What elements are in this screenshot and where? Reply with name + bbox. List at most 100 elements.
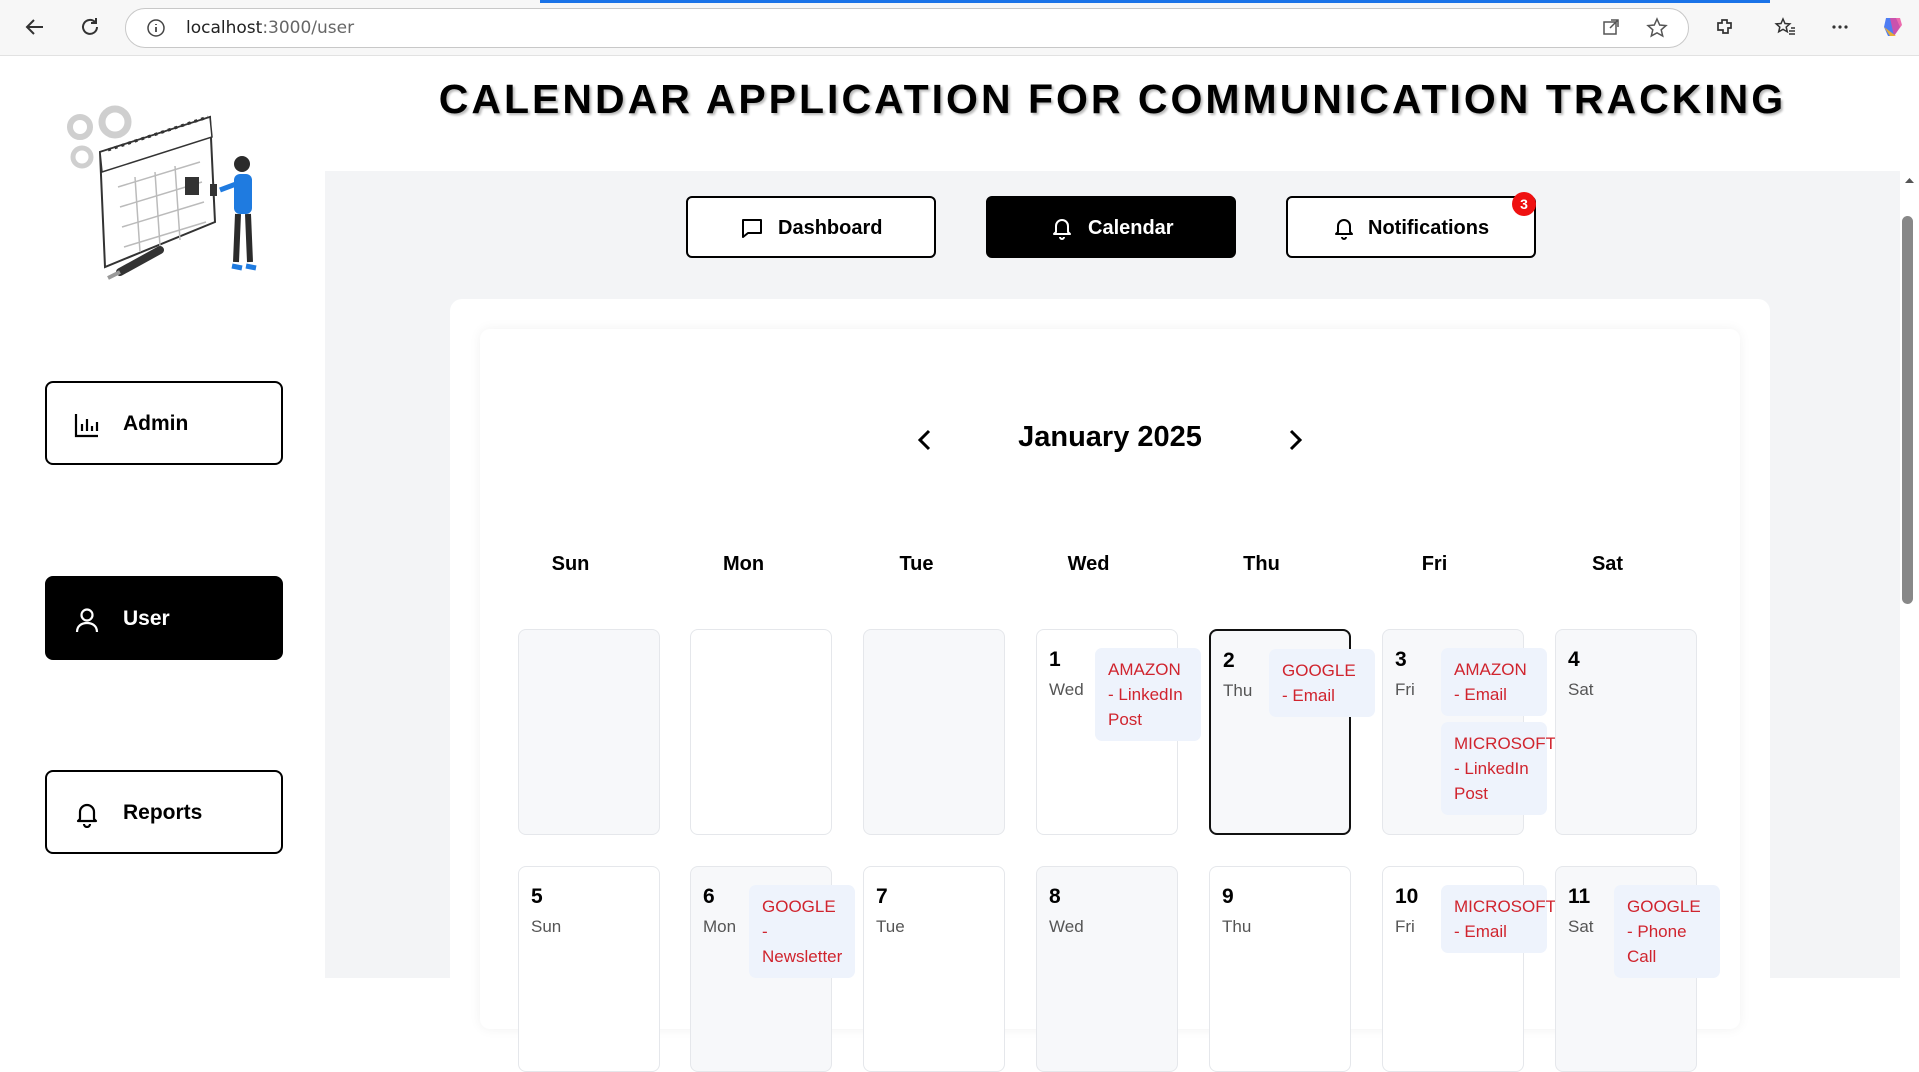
- url-path: :3000/user: [262, 18, 355, 38]
- user-icon: [73, 606, 101, 634]
- notifications-button[interactable]: Notifications 3: [1286, 192, 1536, 258]
- bar-chart-icon: [73, 411, 101, 439]
- calendar-day-cell[interactable]: 2 Thu GOOGLE - Email: [1209, 629, 1375, 835]
- calendar-day-cell[interactable]: 8 Wed: [1036, 866, 1178, 1072]
- site-info-icon[interactable]: [146, 18, 166, 43]
- tab-accent-line: [540, 0, 1770, 3]
- more-menu-icon[interactable]: [1822, 9, 1858, 45]
- notifications-label: Notifications: [1368, 217, 1490, 239]
- event-chip[interactable]: GOOGLE - Email: [1269, 649, 1375, 717]
- sidebar-item-label: User: [123, 607, 170, 630]
- calendar-button[interactable]: Calendar: [986, 196, 1236, 258]
- weekday-label: Mon: [722, 553, 765, 575]
- day-weekday: Thu: [1223, 681, 1253, 700]
- refresh-icon[interactable]: [72, 9, 108, 45]
- weekday-label: Wed: [1067, 553, 1110, 575]
- url-text[interactable]: localhost:3000/user: [186, 18, 354, 38]
- notification-count-badge: 3: [1512, 192, 1536, 216]
- event-chip[interactable]: AMAZON - LinkedIn Post: [1095, 648, 1201, 741]
- event-chip[interactable]: GOOGLE - Newsletter: [749, 885, 855, 978]
- event-list: GOOGLE - Email: [1269, 649, 1375, 723]
- weekday-label: Sun: [551, 553, 590, 575]
- event-chip[interactable]: MICROSOFT - Email: [1441, 885, 1556, 953]
- calendar-label: Calendar: [1088, 217, 1174, 239]
- day-number: 6: [703, 885, 715, 908]
- sidebar-item-reports[interactable]: Reports: [45, 770, 283, 854]
- day-number: 1: [1049, 648, 1061, 671]
- open-in-app-icon[interactable]: [1601, 17, 1621, 42]
- app-page: Admin User Reports CALENDAR APPLICATION …: [0, 56, 1900, 1072]
- weekday-label: Fri: [1421, 553, 1448, 575]
- event-list: AMAZON - LinkedIn Post: [1095, 648, 1201, 747]
- day-number: 9: [1222, 885, 1234, 908]
- calendar-panel: January 2025 Sun Mon Tue Wed Thu Fri Sat…: [480, 329, 1740, 1072]
- day-number: 7: [876, 885, 888, 908]
- day-weekday: Thu: [1222, 917, 1252, 936]
- message-square-icon: [740, 216, 764, 240]
- day-number: 10: [1395, 885, 1419, 908]
- day-weekday: Tue: [876, 917, 905, 936]
- scrollbar-thumb[interactable]: [1902, 216, 1913, 604]
- extensions-icon[interactable]: [1707, 9, 1743, 45]
- event-list: AMAZON - Email MICROSOFT - LinkedIn Post: [1441, 648, 1556, 821]
- calendar-day-cell[interactable]: 1 Wed AMAZON - LinkedIn Post: [1036, 629, 1201, 835]
- calendar-day-cell[interactable]: 11 Sat GOOGLE - Phone Call: [1555, 866, 1720, 1072]
- calendar-day-cell[interactable]: 9 Thu: [1209, 866, 1351, 1072]
- back-icon[interactable]: [17, 9, 53, 45]
- favorite-star-icon[interactable]: [1646, 17, 1668, 44]
- calendar-day-cell[interactable]: 3 Fri AMAZON - Email MICROSOFT - LinkedIn P…: [1382, 629, 1556, 835]
- browser-toolbar: localhost:3000/user: [0, 0, 1919, 56]
- calendar-day-cell[interactable]: 6 Mon GOOGLE - Newsletter: [690, 866, 855, 1072]
- sidebar: Admin User Reports: [0, 56, 325, 978]
- day-weekday: Sun: [531, 917, 562, 936]
- day-weekday: Wed: [1049, 680, 1084, 699]
- day-number: 4: [1568, 648, 1580, 671]
- event-chip[interactable]: MICROSOFT - LinkedIn Post: [1441, 722, 1556, 815]
- calendar-day-cell[interactable]: 5 Sun: [518, 866, 660, 1072]
- bell-icon: [73, 800, 101, 829]
- day-number: 5: [531, 885, 543, 908]
- empty-day-cell: [863, 629, 1005, 835]
- address-bar[interactable]: localhost:3000/user: [125, 8, 1689, 48]
- sidebar-item-user[interactable]: User: [45, 576, 283, 660]
- event-chip[interactable]: AMAZON - Email: [1441, 648, 1547, 716]
- day-weekday: Sat: [1568, 680, 1594, 699]
- bell-icon: [1332, 216, 1356, 240]
- calendar-day-cell[interactable]: 10 Fri MICROSOFT - Email: [1382, 866, 1556, 1072]
- dashboard-button[interactable]: Dashboard: [686, 196, 936, 258]
- day-weekday: Sat: [1568, 917, 1594, 936]
- day-number: 11: [1568, 885, 1591, 908]
- weekday-label: Thu: [1243, 553, 1280, 575]
- day-weekday: Fri: [1395, 680, 1415, 699]
- favorites-icon[interactable]: [1767, 9, 1803, 45]
- calendar-day-cell[interactable]: 4 Sat: [1555, 629, 1697, 835]
- copilot-icon[interactable]: [1875, 9, 1911, 45]
- event-list: MICROSOFT - Email: [1441, 885, 1556, 959]
- day-weekday: Fri: [1395, 917, 1415, 936]
- month-title: January 2025: [1018, 421, 1202, 453]
- event-list: GOOGLE - Newsletter: [749, 885, 855, 984]
- day-weekday: Wed: [1049, 917, 1084, 936]
- event-list: GOOGLE - Phone Call: [1614, 885, 1720, 984]
- bell-icon: [1050, 216, 1074, 240]
- empty-day-cell: [518, 629, 660, 835]
- weekday-label: Sat: [1591, 553, 1624, 575]
- sidebar-item-label: Reports: [123, 801, 203, 824]
- empty-day-cell: [690, 629, 832, 835]
- day-number: 8: [1049, 885, 1061, 908]
- dashboard-label: Dashboard: [778, 217, 883, 239]
- page-title: CALENDAR APPLICATION FOR COMMUNICATION T…: [438, 76, 1787, 122]
- event-chip[interactable]: GOOGLE - Phone Call: [1614, 885, 1720, 978]
- main-content: Dashboard Calendar Notifications 3 Janua…: [325, 171, 1900, 1072]
- calendar-day-cell[interactable]: 7 Tue: [863, 866, 1005, 1072]
- day-weekday: Mon: [703, 917, 737, 936]
- calendar-illustration-logo: [60, 92, 270, 287]
- next-month-button[interactable]: [1280, 425, 1310, 455]
- calendar-card: January 2025 Sun Mon Tue Wed Thu Fri Sat…: [450, 299, 1770, 1072]
- weekday-label: Tue: [899, 553, 934, 575]
- day-number: 3: [1395, 648, 1407, 671]
- sidebar-item-admin[interactable]: Admin: [45, 381, 283, 465]
- sidebar-item-label: Admin: [123, 412, 189, 435]
- day-number: 2: [1223, 649, 1235, 672]
- url-host: localhost: [186, 18, 263, 38]
